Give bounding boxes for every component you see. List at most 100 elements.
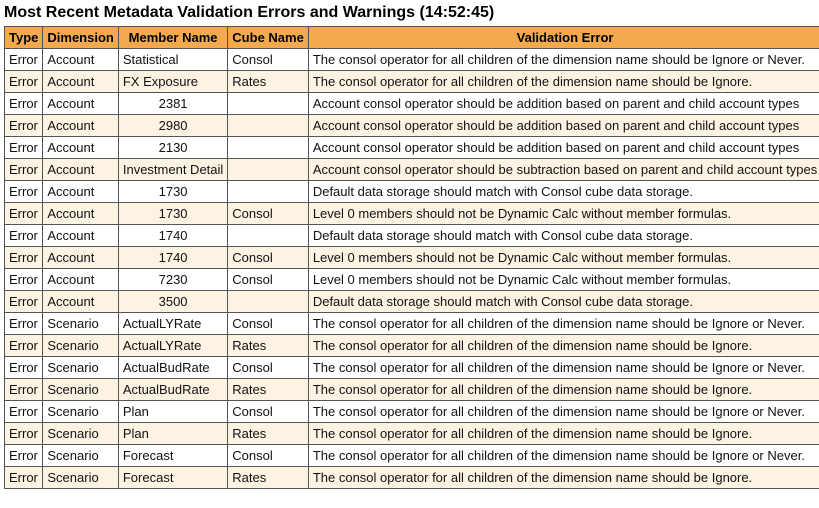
cell-dimension: Account xyxy=(43,93,118,115)
cell-member: Statistical xyxy=(118,49,227,71)
cell-type: Error xyxy=(5,335,43,357)
cell-error: Account consol operator should be additi… xyxy=(308,93,819,115)
cell-dimension: Account xyxy=(43,159,118,181)
cell-dimension: Account xyxy=(43,49,118,71)
cell-dimension: Account xyxy=(43,115,118,137)
cell-cube: Consol xyxy=(228,357,309,379)
cell-error: Account consol operator should be subtra… xyxy=(308,159,819,181)
cell-member: 1740 xyxy=(118,247,227,269)
table-row: ErrorAccount2980 Account consol operator … xyxy=(5,115,819,137)
cell-type: Error xyxy=(5,379,43,401)
cell-type: Error xyxy=(5,71,43,93)
cell-error: Account consol operator should be additi… xyxy=(308,115,819,137)
cell-error: The consol operator for all children of … xyxy=(308,313,819,335)
cell-type: Error xyxy=(5,313,43,335)
cell-dimension: Account xyxy=(43,181,118,203)
table-row: ErrorAccountFX ExposureRatesThe consol o… xyxy=(5,71,819,93)
cell-cube xyxy=(228,291,309,313)
table-row: ErrorScenarioActualLYRateRatesThe consol… xyxy=(5,335,819,357)
cell-type: Error xyxy=(5,115,43,137)
table-row: ErrorScenarioActualBudRateConsolThe cons… xyxy=(5,357,819,379)
cell-type: Error xyxy=(5,467,43,489)
cell-dimension: Scenario xyxy=(43,379,118,401)
cell-cube xyxy=(228,115,309,137)
cell-member: Forecast xyxy=(118,467,227,489)
table-row: ErrorScenarioActualLYRateConsolThe conso… xyxy=(5,313,819,335)
cell-type: Error xyxy=(5,181,43,203)
cell-dimension: Scenario xyxy=(43,357,118,379)
cell-cube: Consol xyxy=(228,247,309,269)
cell-error: The consol operator for all children of … xyxy=(308,423,819,445)
cell-member: 7230 xyxy=(118,269,227,291)
cell-cube: Rates xyxy=(228,467,309,489)
cell-cube: Consol xyxy=(228,313,309,335)
cell-cube xyxy=(228,137,309,159)
cell-error: The consol operator for all children of … xyxy=(308,49,819,71)
cell-type: Error xyxy=(5,93,43,115)
table-row: ErrorAccount2130Account consol operator … xyxy=(5,137,819,159)
cell-dimension: Scenario xyxy=(43,401,118,423)
cell-type: Error xyxy=(5,401,43,423)
page-title: Most Recent Metadata Validation Errors a… xyxy=(4,4,815,22)
table-row: ErrorScenarioForecastRatesThe consol ope… xyxy=(5,467,819,489)
cell-member: 2130 xyxy=(118,137,227,159)
cell-member: Plan xyxy=(118,401,227,423)
cell-cube xyxy=(228,159,309,181)
cell-type: Error xyxy=(5,269,43,291)
cell-cube: Consol xyxy=(228,49,309,71)
cell-dimension: Account xyxy=(43,247,118,269)
cell-type: Error xyxy=(5,247,43,269)
cell-member: Plan xyxy=(118,423,227,445)
cell-cube: Rates xyxy=(228,335,309,357)
cell-type: Error xyxy=(5,159,43,181)
table-row: ErrorAccountInvestment Detail Account con… xyxy=(5,159,819,181)
cell-member: 3500 xyxy=(118,291,227,313)
cell-member: Investment Detail xyxy=(118,159,227,181)
cell-member: 1730 xyxy=(118,181,227,203)
cell-type: Error xyxy=(5,49,43,71)
cell-member: ActualLYRate xyxy=(118,313,227,335)
table-row: ErrorAccount1740ConsolLevel 0 members sh… xyxy=(5,247,819,269)
cell-member: 2381 xyxy=(118,93,227,115)
table-row: ErrorScenarioActualBudRateRatesThe conso… xyxy=(5,379,819,401)
cell-member: ActualBudRate xyxy=(118,357,227,379)
cell-type: Error xyxy=(5,203,43,225)
cell-dimension: Scenario xyxy=(43,423,118,445)
table-row: ErrorAccount1730 Default data storage sho… xyxy=(5,181,819,203)
cell-error: Default data storage should match with C… xyxy=(308,181,819,203)
table-row: ErrorScenarioForecastConsolThe consol op… xyxy=(5,445,819,467)
col-header-member: Member Name xyxy=(118,27,227,49)
cell-dimension: Account xyxy=(43,291,118,313)
cell-error: The consol operator for all children of … xyxy=(308,445,819,467)
cell-cube: Consol xyxy=(228,269,309,291)
table-row: ErrorAccount7230ConsolLevel 0 members sh… xyxy=(5,269,819,291)
cell-dimension: Account xyxy=(43,225,118,247)
cell-error: The consol operator for all children of … xyxy=(308,467,819,489)
cell-type: Error xyxy=(5,291,43,313)
cell-cube: Consol xyxy=(228,445,309,467)
cell-member: Forecast xyxy=(118,445,227,467)
cell-dimension: Account xyxy=(43,203,118,225)
cell-cube: Rates xyxy=(228,71,309,93)
cell-cube: Rates xyxy=(228,379,309,401)
cell-error: Account consol operator should be additi… xyxy=(308,137,819,159)
cell-dimension: Scenario xyxy=(43,445,118,467)
cell-dimension: Account xyxy=(43,137,118,159)
col-header-dimension: Dimension xyxy=(43,27,118,49)
cell-error: Level 0 members should not be Dynamic Ca… xyxy=(308,247,819,269)
cell-type: Error xyxy=(5,445,43,467)
cell-dimension: Scenario xyxy=(43,467,118,489)
cell-cube xyxy=(228,181,309,203)
cell-dimension: Scenario xyxy=(43,335,118,357)
table-row: ErrorAccount1730ConsolLevel 0 members sh… xyxy=(5,203,819,225)
table-row: ErrorAccount2381 Account consol operator … xyxy=(5,93,819,115)
validation-errors-table: Type Dimension Member Name Cube Name Val… xyxy=(4,26,819,489)
cell-error: Level 0 members should not be Dynamic Ca… xyxy=(308,269,819,291)
cell-type: Error xyxy=(5,423,43,445)
cell-member: 1730 xyxy=(118,203,227,225)
cell-member: 2980 xyxy=(118,115,227,137)
cell-error: The consol operator for all children of … xyxy=(308,71,819,93)
cell-type: Error xyxy=(5,357,43,379)
cell-error: The consol operator for all children of … xyxy=(308,357,819,379)
cell-error: Level 0 members should not be Dynamic Ca… xyxy=(308,203,819,225)
